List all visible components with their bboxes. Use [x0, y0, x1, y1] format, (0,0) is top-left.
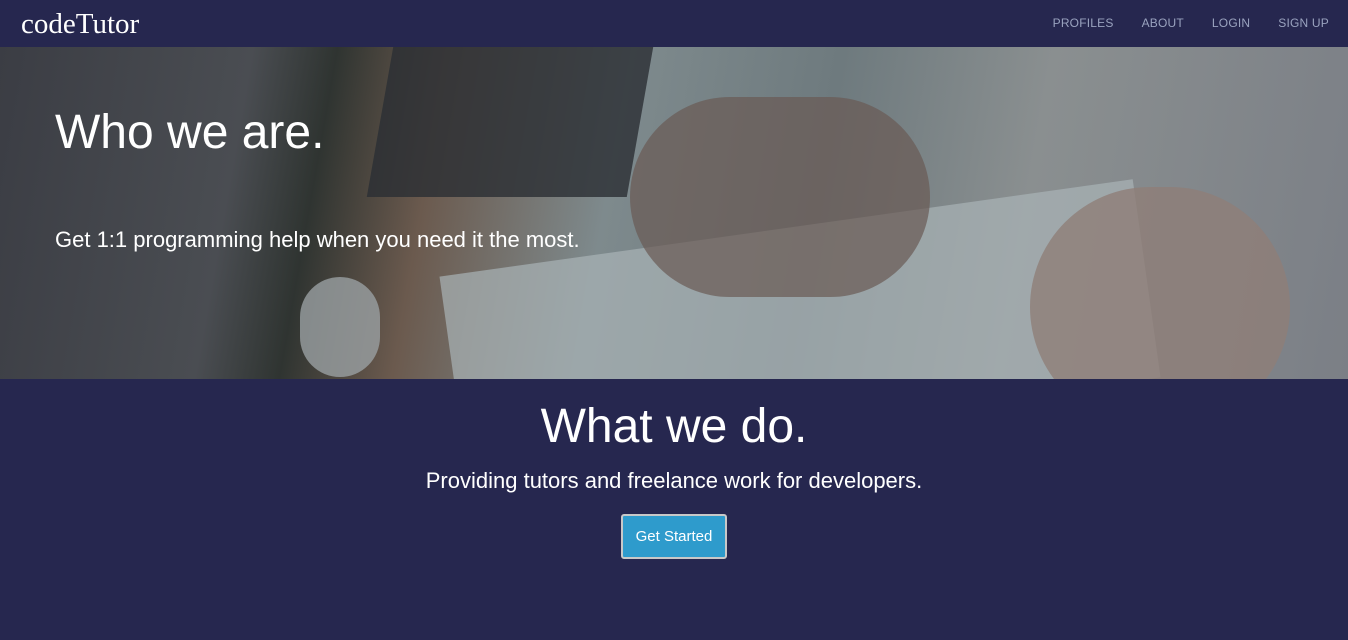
- section-subtitle: Providing tutors and freelance work for …: [425, 468, 923, 493]
- hero-image-mouse: [300, 277, 380, 377]
- nav-signup[interactable]: SIGN UP: [1278, 16, 1329, 30]
- nav-login[interactable]: LOGIN: [1212, 16, 1250, 30]
- logo[interactable]: codeTutor: [21, 8, 139, 41]
- hero-image-laptop: [366, 47, 654, 197]
- nav-profiles[interactable]: PROFILES: [1053, 16, 1114, 30]
- section-title: What we do.: [540, 400, 808, 453]
- get-started-button[interactable]: Get Started: [620, 514, 728, 559]
- what-we-do-section: What we do. Providing tutors and freelan…: [0, 379, 1348, 559]
- nav-about[interactable]: ABOUT: [1142, 16, 1184, 30]
- navbar: codeTutor PROFILES ABOUT LOGIN SIGN UP: [0, 0, 1348, 47]
- hero-image-hand-left: [630, 97, 930, 297]
- hero-banner: Who we are. Get 1:1 programming help whe…: [0, 47, 1348, 379]
- hero-title: Who we are.: [55, 106, 325, 159]
- hero-subtitle: Get 1:1 programming help when you need i…: [55, 227, 580, 252]
- nav-links: PROFILES ABOUT LOGIN SIGN UP: [1053, 16, 1329, 30]
